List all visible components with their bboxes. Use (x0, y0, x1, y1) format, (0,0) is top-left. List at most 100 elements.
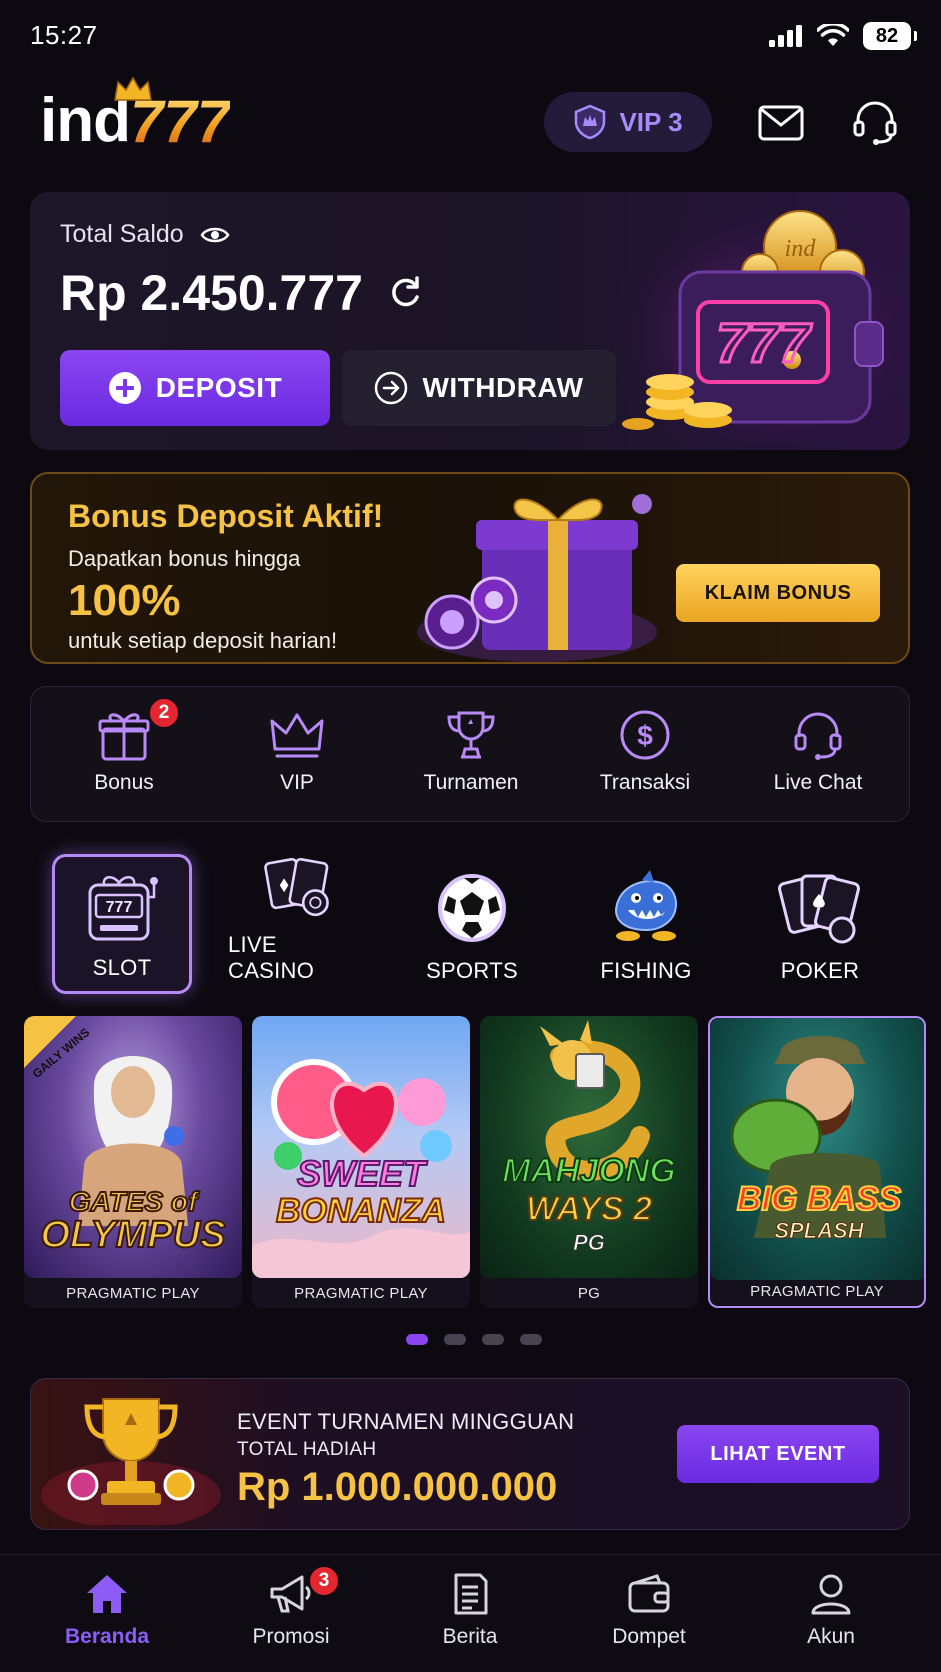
category-tab-sports[interactable]: SPORTS (402, 854, 542, 994)
game-card-mahjong-ways-2[interactable]: MAHJONG WAYS 2 PG PG (480, 1016, 698, 1308)
support-button[interactable] (848, 96, 902, 150)
game-card-sweet-bonanza[interactable]: SWEET BONANZA PRAGMATIC PLAY (252, 1016, 470, 1308)
game-title-line2: BONANZA (275, 1192, 447, 1230)
game-card-gates-of-olympus[interactable]: GATES of OLYMPUS GAILY WINS PRAGMATIC PL… (24, 1016, 242, 1308)
quick-menu-live-chat[interactable]: Live Chat (748, 709, 888, 795)
balance-value-row: Rp 2.450.777 (60, 264, 423, 322)
withdraw-button[interactable]: WITHDRAW (342, 350, 616, 426)
carousel-dot[interactable] (482, 1334, 504, 1345)
quick-menu-bonus[interactable]: Bonus 2 (54, 697, 194, 795)
bonus-title: Bonus Deposit Aktif! (68, 498, 384, 534)
carousel-dot[interactable] (520, 1334, 542, 1345)
poker-cards-icon (778, 874, 860, 944)
category-tab-slot[interactable]: 777 SLOT (52, 854, 192, 994)
claim-bonus-button[interactable]: KLAIM BONUS (676, 564, 880, 622)
status-icons: 82 (769, 22, 917, 50)
svg-text:777: 777 (106, 899, 133, 916)
headset-icon (853, 101, 897, 145)
mail-icon (758, 105, 804, 141)
nav-item-wallet[interactable]: Dompet (574, 1573, 724, 1649)
balance-value: Rp 2.450.777 (60, 265, 363, 321)
quick-menu-vip[interactable]: VIP (227, 709, 367, 795)
category-label: FISHING (600, 958, 692, 983)
carousel-dot[interactable] (444, 1334, 466, 1345)
category-label: POKER (780, 958, 860, 983)
balance-label-row: Total Saldo (60, 220, 230, 249)
event-banner[interactable]: EVENT TURNAMEN MINGGUAN TOTAL HADIAH Rp … (30, 1378, 910, 1530)
gift-box-illustration (417, 494, 657, 662)
bonus-percentage: 100% (68, 576, 181, 625)
notification-badge: 2 (148, 697, 180, 729)
event-title: EVENT TURNAMEN MINGGUAN (237, 1409, 575, 1434)
gift-icon (98, 713, 150, 761)
notification-badge: 3 (308, 1565, 340, 1597)
bonus-banner[interactable]: Bonus Deposit Aktif! Dapatkan bonus hing… (30, 472, 910, 664)
wallet-icon (628, 1574, 670, 1613)
carousel-dot[interactable] (406, 1334, 428, 1345)
home-icon (87, 1575, 127, 1613)
eye-icon[interactable] (200, 225, 230, 245)
shield-icon (575, 104, 606, 140)
nav-item-promotions[interactable]: Promosi 3 (216, 1565, 366, 1649)
game-title-line2: WAYS 2 (525, 1190, 653, 1228)
category-label: SLOT (92, 955, 152, 980)
nav-label: Dompet (612, 1625, 686, 1648)
event-prize-amount: Rp 1.000.000.000 (237, 1465, 558, 1509)
status-time: 15:27 (30, 20, 98, 50)
game-thumbnail: GATES of OLYMPUS GAILY WINS (24, 1016, 242, 1278)
withdraw-label: WITHDRAW (422, 372, 584, 403)
arrow-circle-icon (375, 371, 408, 405)
balance-card: Total Saldo Rp 2.450.777 DEPOSIT WITHDRA… (30, 192, 910, 450)
battery-indicator: 82 (863, 22, 917, 50)
nav-label: Berita (442, 1625, 498, 1648)
cards-chips-icon (264, 857, 329, 917)
category-label: LIVE CASINO (228, 932, 315, 983)
wallet-coin-text: ind (785, 236, 817, 262)
candy-illustration (252, 1059, 470, 1278)
inbox-button[interactable] (754, 96, 808, 150)
event-prize-label: TOTAL HADIAH (237, 1439, 377, 1460)
game-thumbnail: BIG BASS SPLASH (710, 1018, 924, 1280)
nav-item-news[interactable]: Berita (395, 1573, 545, 1649)
nav-item-home[interactable]: Beranda (32, 1573, 182, 1649)
quick-menu-label: VIP (280, 771, 314, 794)
logo-crown-icon (114, 76, 152, 101)
game-title-line1: MAHJONG (501, 1152, 677, 1190)
game-thumbnail: SWEET BONANZA (252, 1016, 470, 1278)
crown-icon (270, 713, 324, 758)
game-title-line3: PG (573, 1230, 606, 1255)
refresh-icon[interactable] (387, 275, 423, 311)
slot-machine-icon: 777 (88, 876, 158, 941)
game-title-line1: GATES of (68, 1186, 199, 1217)
signal-icon (769, 25, 802, 47)
category-tab-live-casino[interactable]: LIVE CASINO (228, 854, 368, 994)
balance-label: Total Saldo (60, 220, 184, 248)
wallet-illustration: ind 777 (620, 202, 910, 442)
deposit-button[interactable]: DEPOSIT (60, 350, 330, 426)
game-title-line1: SWEET (296, 1153, 426, 1194)
vip-level-badge[interactable]: VIP 3 (544, 92, 712, 152)
quick-menu-label: Live Chat (773, 771, 863, 794)
game-provider: PRAGMATIC PLAY (294, 1284, 428, 1302)
quick-menu-label: Turnamen (423, 771, 519, 794)
deposit-label: DEPOSIT (155, 372, 283, 403)
category-tab-poker[interactable]: POKER (750, 854, 890, 994)
category-label: SPORTS (426, 958, 518, 983)
nav-label: Promosi (252, 1625, 330, 1648)
view-event-button[interactable]: LIHAT EVENT (677, 1425, 879, 1483)
trophy-illustration (41, 1398, 221, 1525)
game-provider: PG (577, 1284, 601, 1302)
plus-circle-icon (108, 372, 141, 404)
headset-icon (794, 712, 842, 760)
wifi-icon (817, 24, 849, 46)
nav-item-account[interactable]: Akun (756, 1573, 906, 1649)
quick-menu-transactions[interactable]: $ Transaksi (575, 709, 715, 795)
bonus-subtitle-2: untuk setiap deposit harian! (68, 628, 338, 653)
game-provider: PRAGMATIC PLAY (750, 1282, 884, 1300)
nav-label: Akun (807, 1625, 855, 1648)
quick-menu-tournament[interactable]: Turnamen (401, 709, 541, 795)
game-card-big-bass-splash[interactable]: BIG BASS SPLASH PRAGMATIC PLAY (708, 1016, 926, 1308)
dollar-icon: $ (620, 710, 670, 760)
game-title-line2: OLYMPUS (39, 1214, 226, 1256)
category-tab-fishing[interactable]: FISHING (576, 854, 716, 994)
